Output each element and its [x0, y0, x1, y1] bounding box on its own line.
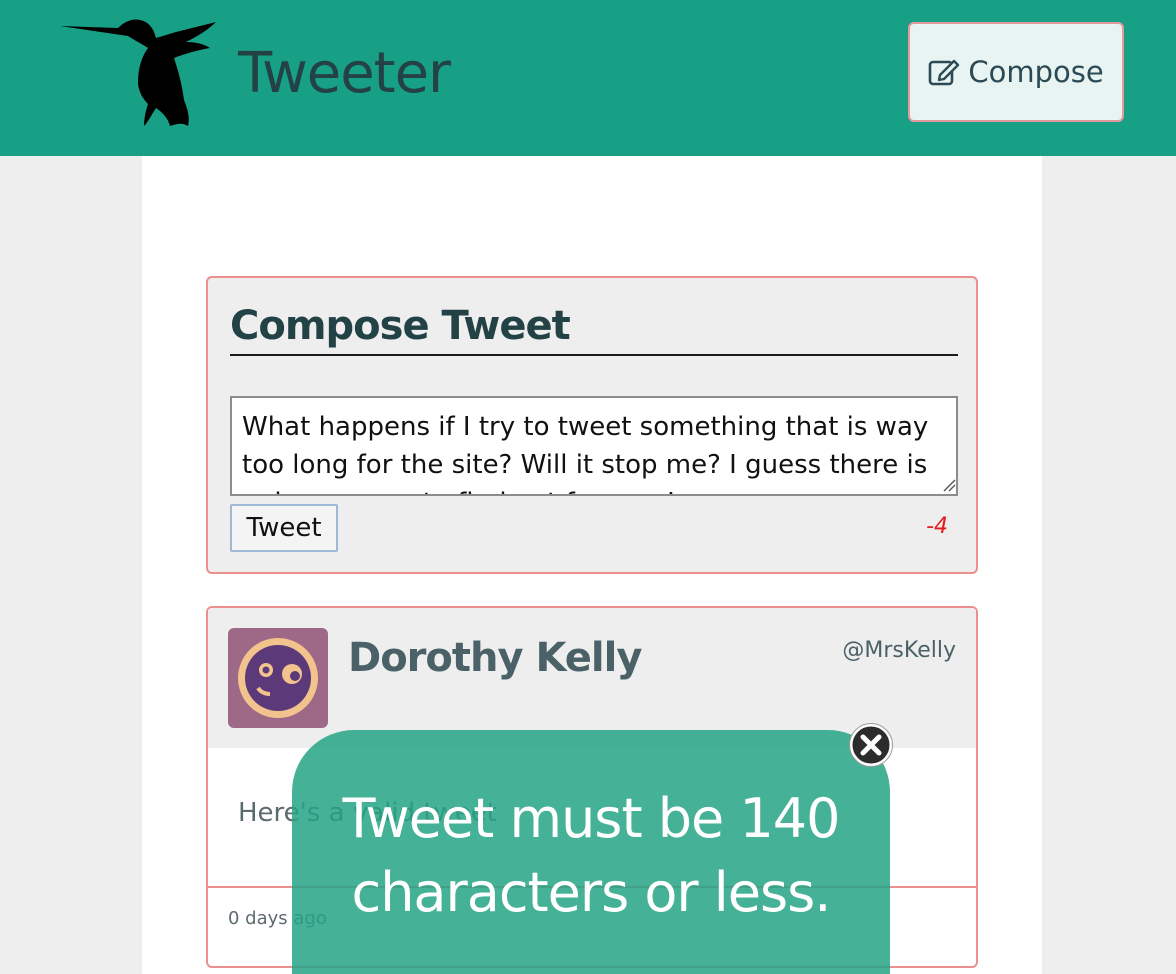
app-title: Tweeter	[238, 41, 451, 106]
author-handle: @MrsKelly	[842, 638, 956, 663]
compose-title: Compose Tweet	[230, 300, 958, 356]
author-name: Dorothy Kelly	[348, 635, 642, 681]
tweet-textarea[interactable]: What happens if I try to tweet something…	[230, 396, 958, 496]
error-message: Tweet must be 140 characters or less.	[342, 787, 840, 924]
top-nav-bar: Tweeter Compose	[0, 0, 1176, 156]
resize-handle-icon[interactable]	[942, 478, 956, 492]
character-counter: -4	[926, 514, 948, 539]
compose-button[interactable]: Compose	[908, 22, 1124, 122]
avatar-face-icon	[238, 638, 318, 718]
compose-button-label: Compose	[968, 55, 1104, 89]
edit-icon	[929, 59, 960, 86]
hummingbird-icon	[60, 19, 216, 127]
tweet-submit-button[interactable]: Tweet	[230, 504, 338, 552]
error-toast: Tweet must be 140 characters or less.	[292, 730, 890, 974]
compose-tweet-panel: Compose Tweet What happens if I try to t…	[206, 276, 978, 574]
close-icon[interactable]	[848, 722, 894, 768]
avatar	[228, 628, 328, 728]
